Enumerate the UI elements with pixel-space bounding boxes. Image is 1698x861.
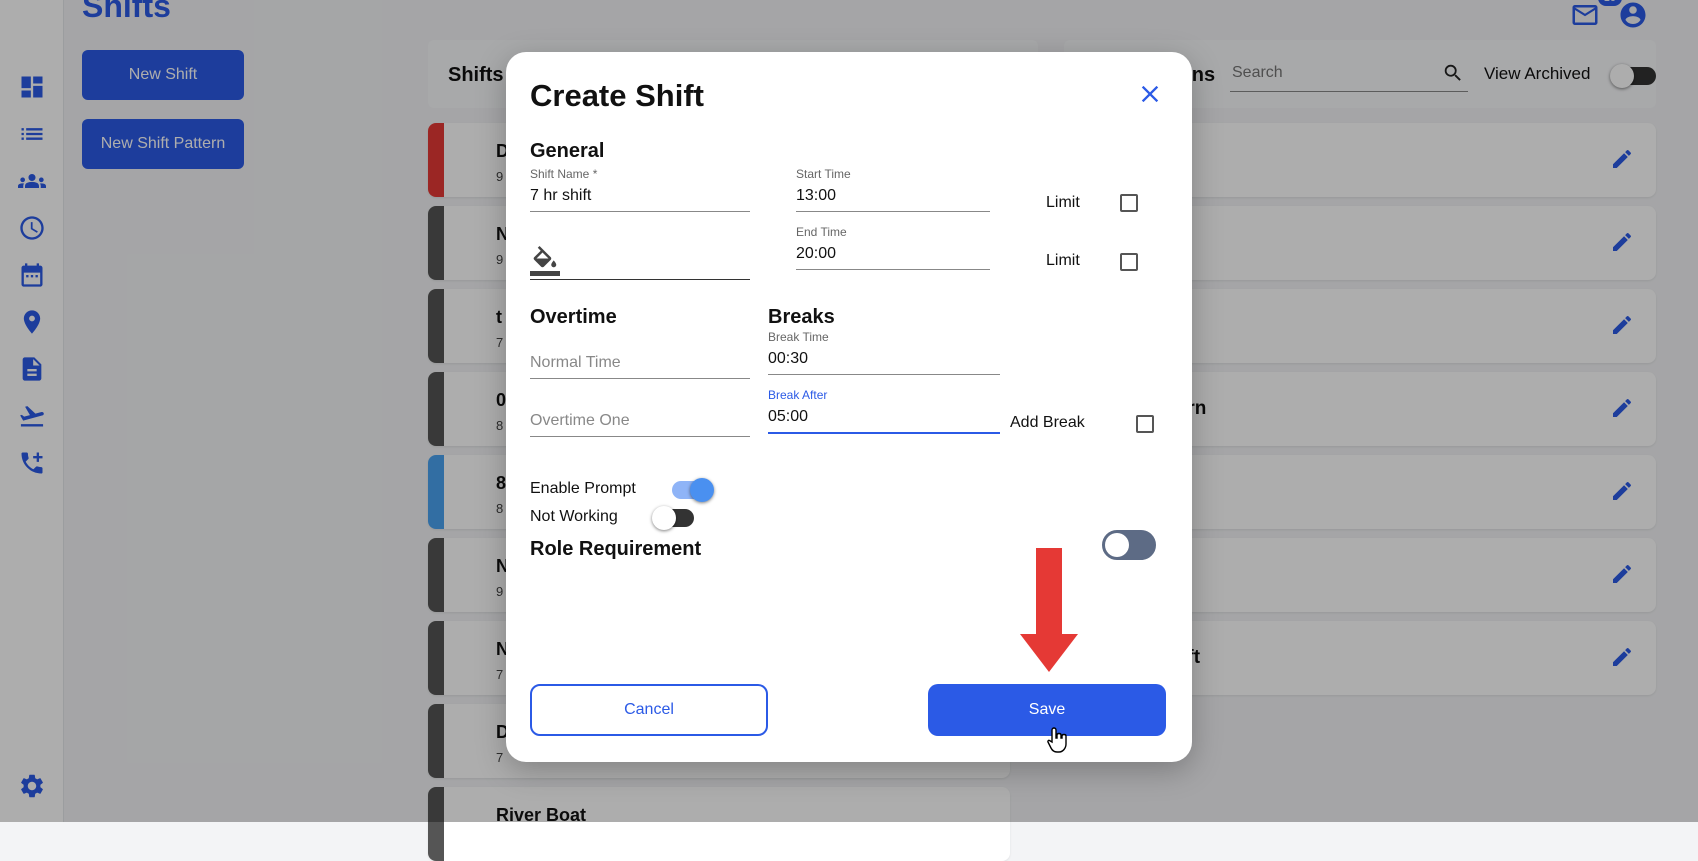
shift-name-input[interactable] [530, 183, 750, 212]
toggle-knob [690, 478, 714, 502]
toggle-knob [1105, 533, 1129, 557]
paint-bucket-icon [530, 246, 560, 276]
start-limit-checkbox[interactable] [1120, 194, 1138, 212]
overtime-one-input[interactable] [530, 408, 750, 437]
break-after-field: Break After [768, 388, 1000, 436]
normal-time-input[interactable] [530, 350, 750, 379]
break-after-label: Break After [768, 388, 828, 402]
end-time-field: End Time [796, 225, 990, 271]
create-shift-dialog: Create Shift General Shift Name * Start … [506, 52, 1192, 762]
enable-prompt-toggle[interactable] [670, 476, 716, 504]
add-break-label: Add Break [1010, 414, 1085, 431]
breaks-heading: Breaks [768, 306, 835, 328]
not-working-toggle[interactable] [652, 504, 698, 532]
dialog-title: Create Shift [530, 78, 704, 113]
start-time-label: Start Time [796, 167, 851, 181]
shift-name-field: Shift Name * [530, 167, 750, 213]
overtime-heading: Overtime [530, 306, 617, 328]
role-requirement-heading: Role Requirement [530, 538, 702, 560]
start-limit-label: Limit [1046, 194, 1080, 211]
end-time-label: End Time [796, 225, 847, 239]
start-time-field: Start Time [796, 167, 990, 213]
break-after-input[interactable] [768, 404, 1000, 434]
down-arrow-annotation-icon [1020, 548, 1078, 672]
toggle-knob [652, 506, 676, 530]
cancel-button[interactable]: Cancel [530, 684, 768, 736]
end-limit-checkbox[interactable] [1120, 253, 1138, 271]
break-time-label: Break Time [768, 330, 829, 344]
role-requirement-toggle[interactable] [1102, 530, 1158, 562]
break-time-input[interactable] [768, 346, 1000, 375]
break-time-field: Break Time [768, 330, 1000, 376]
end-limit-label: Limit [1046, 252, 1080, 269]
app-root: Shifts 10 New Shift New Shift Pattern Sh… [0, 0, 1698, 861]
shift-name-label: Shift Name * [530, 167, 598, 181]
general-heading: General [530, 140, 605, 162]
normal-time-field [530, 334, 750, 380]
start-time-input[interactable] [796, 183, 990, 212]
hand-cursor-icon [1046, 726, 1070, 754]
close-icon[interactable] [1136, 80, 1164, 108]
end-time-input[interactable] [796, 241, 990, 270]
color-picker-field[interactable] [530, 238, 750, 280]
enable-prompt-label: Enable Prompt [530, 480, 636, 497]
not-working-label: Not Working [530, 508, 618, 525]
overtime-one-field [530, 392, 750, 438]
add-break-checkbox[interactable] [1136, 415, 1154, 433]
